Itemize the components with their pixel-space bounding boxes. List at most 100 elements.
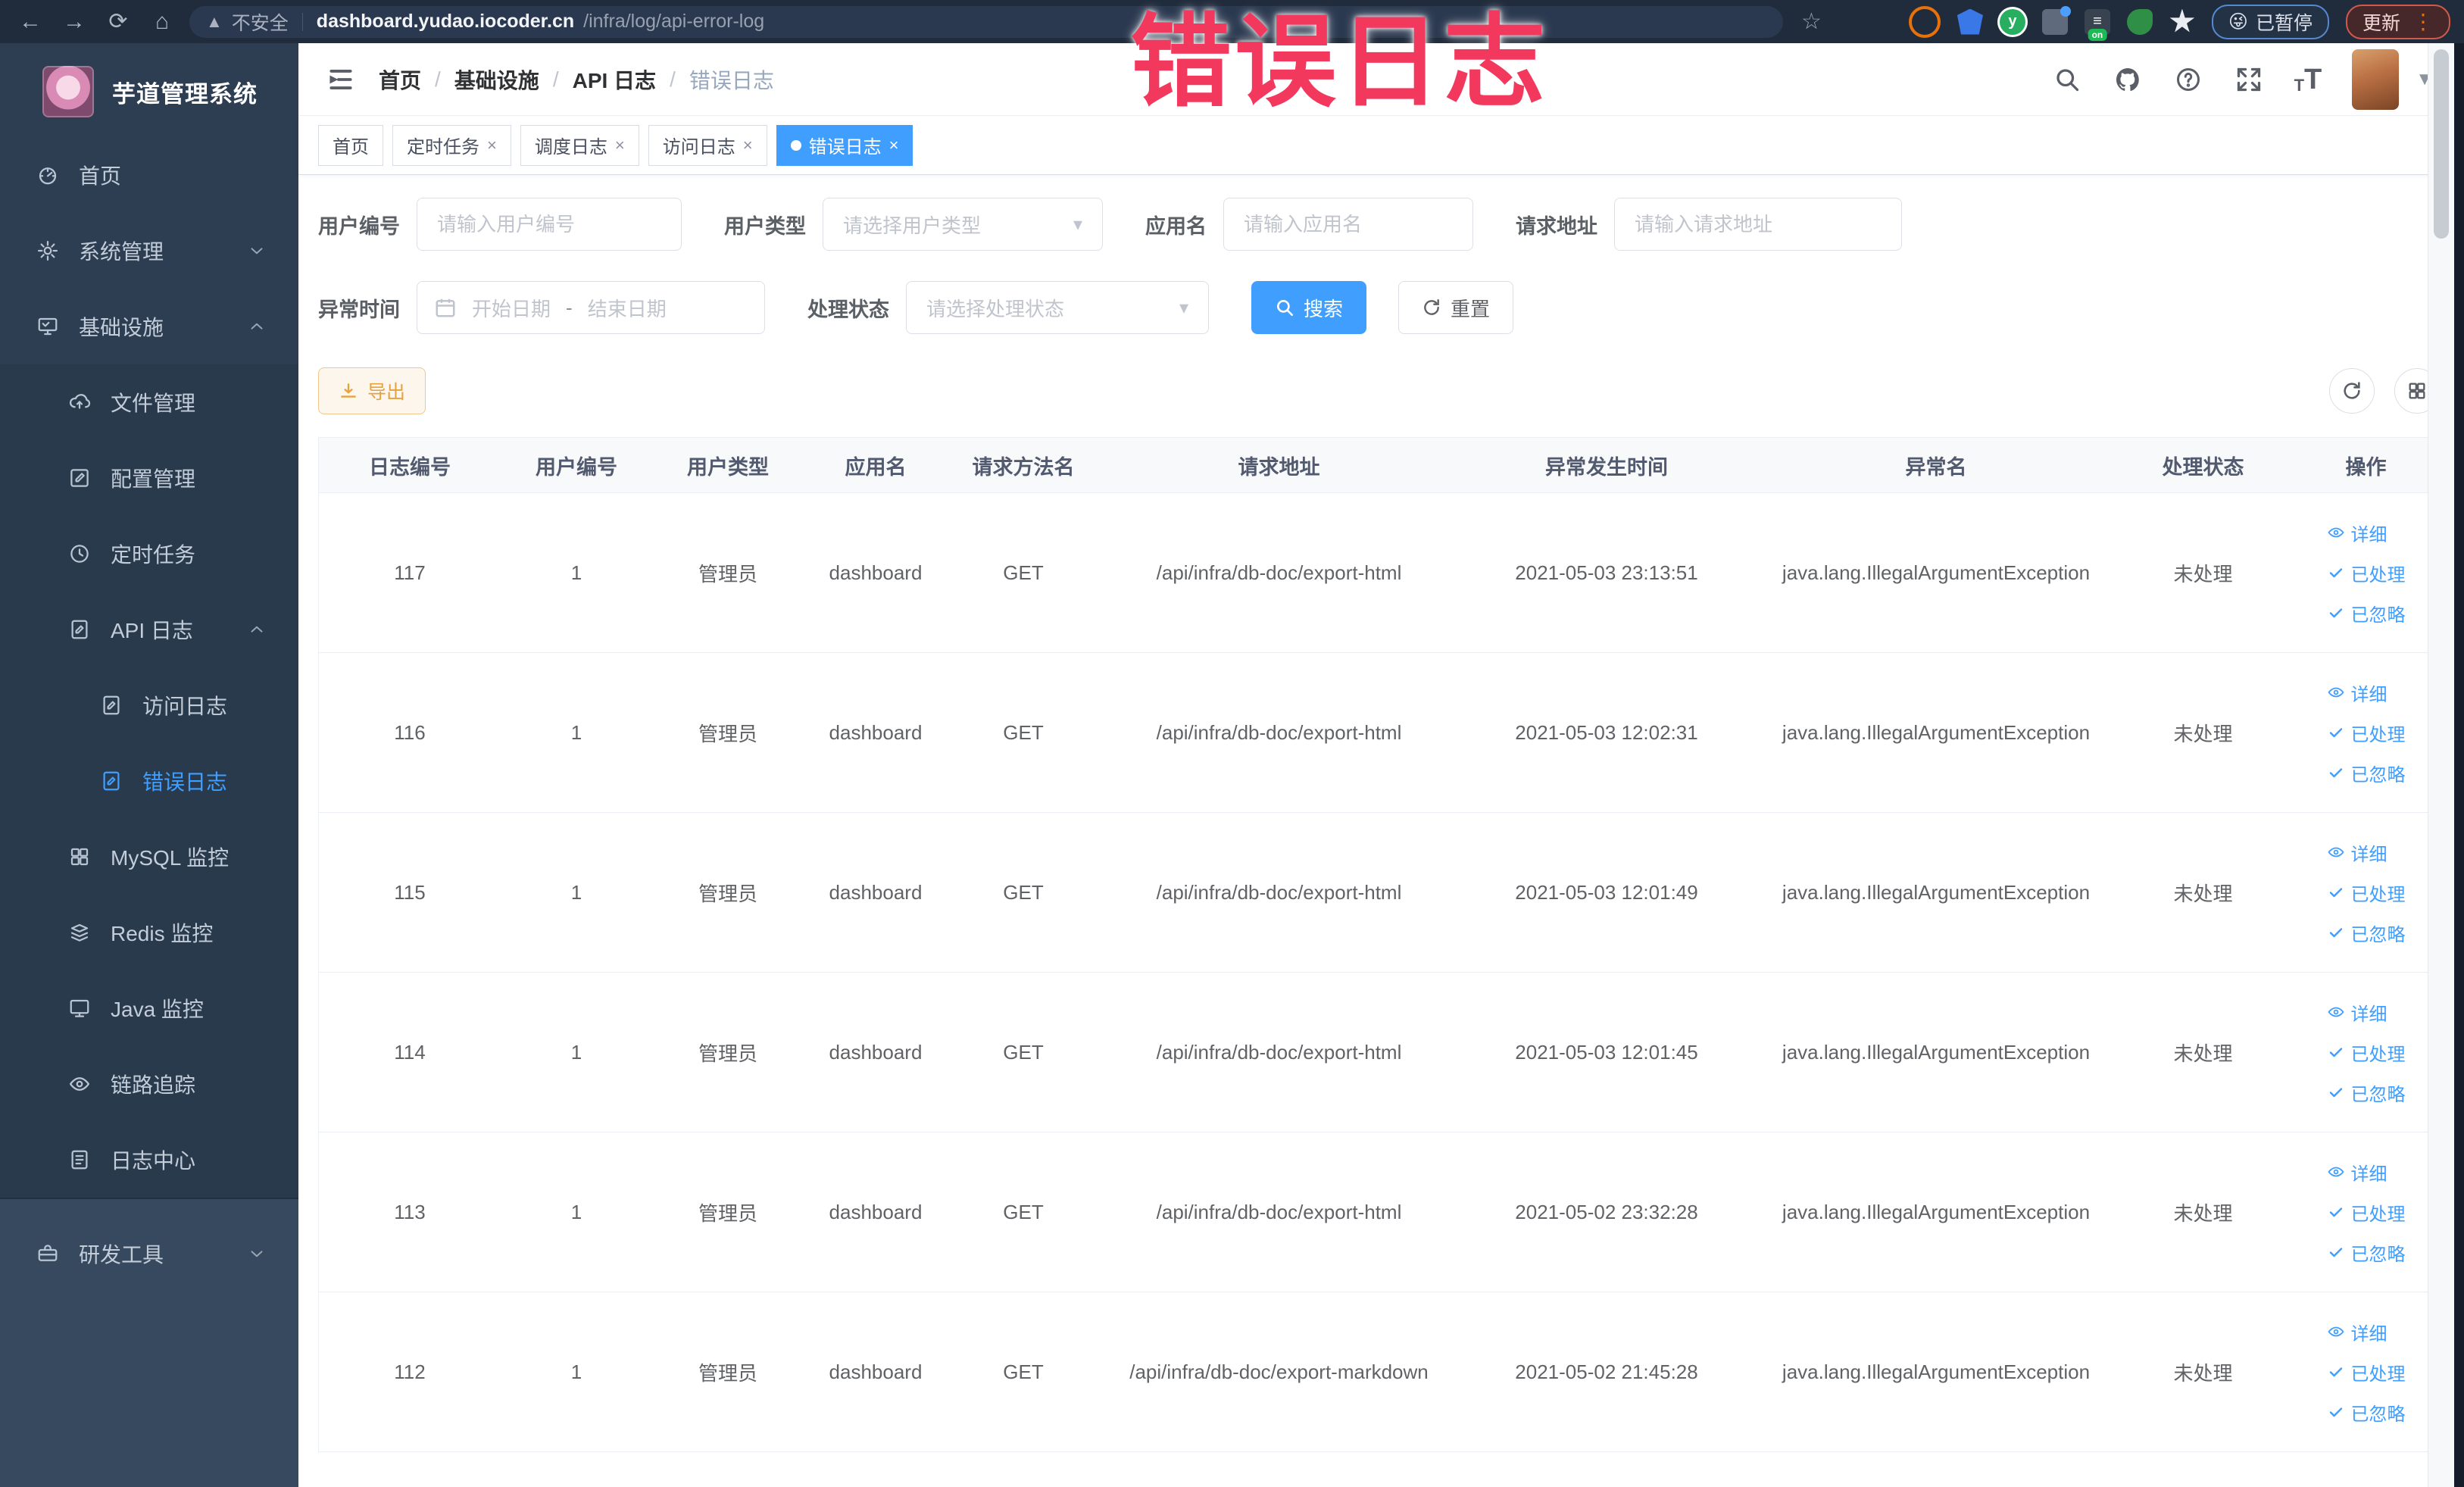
action-已处理[interactable]: 已处理 — [2327, 720, 2406, 746]
tab-调度日志[interactable]: 调度日志 × — [520, 124, 639, 166]
close-icon[interactable]: × — [743, 136, 753, 155]
close-icon[interactable]: × — [889, 136, 899, 155]
sidebar-item-配置管理[interactable]: 配置管理 — [0, 440, 298, 516]
breadcrumb-item[interactable]: 首页 — [379, 64, 421, 95]
scrollbar[interactable] — [2428, 43, 2454, 1487]
extension-icon[interactable] — [1957, 8, 1983, 35]
sidebar-item-研发工具[interactable]: 研发工具 — [0, 1216, 298, 1292]
export-button[interactable]: 导出 — [318, 367, 426, 414]
extension-icon[interactable] — [2041, 5, 2071, 35]
reset-button[interactable]: 重置 — [1398, 281, 1514, 334]
search-button[interactable]: 搜索 — [1251, 281, 1367, 334]
cell-actions: 详细 已处理 已忽略 — [2288, 999, 2444, 1106]
action-已处理[interactable]: 已处理 — [2327, 1359, 2406, 1385]
breadcrumb-separator: / — [670, 67, 676, 91]
process-status-select[interactable]: 请选择处理状态 ▾ — [906, 281, 1209, 334]
tab-错误日志[interactable]: 错误日志 × — [776, 124, 913, 166]
reload-icon[interactable]: ⟳ — [101, 5, 135, 39]
action-已处理[interactable]: 已处理 — [2327, 1039, 2406, 1066]
user-type-select[interactable]: 请选择用户类型 ▾ — [823, 198, 1103, 251]
sidebar-item-定时任务[interactable]: 定时任务 — [0, 516, 298, 592]
action-已忽略[interactable]: 已忽略 — [2327, 1399, 2406, 1426]
paused-badge[interactable]: 😜 已暂停 — [2211, 4, 2329, 39]
help-icon[interactable] — [2173, 64, 2203, 95]
tab-首页[interactable]: 首页 — [318, 124, 383, 166]
app-logo[interactable]: 芋道管理系统 — [0, 43, 298, 137]
hamburger-icon[interactable] — [324, 63, 358, 96]
sidebar-item-基础设施[interactable]: 基础设施 — [0, 289, 298, 364]
cell-app: dashboard — [829, 561, 923, 584]
cell-time: 2021-05-03 12:01:45 — [1515, 1040, 1698, 1064]
action-详细[interactable]: 详细 — [2327, 679, 2387, 706]
action-已忽略[interactable]: 已忽略 — [2327, 760, 2406, 786]
column-header-用户编号: 用户编号 — [536, 455, 617, 479]
menu-kebab-icon[interactable]: ⋮ — [2412, 11, 2434, 33]
github-icon[interactable] — [2113, 64, 2143, 95]
redis-icon — [68, 921, 91, 944]
action-已忽略[interactable]: 已忽略 — [2327, 1239, 2406, 1266]
sidebar-item-文件管理[interactable]: 文件管理 — [0, 364, 298, 440]
forward-icon[interactable]: → — [58, 5, 91, 39]
cell-method: GET — [1003, 1040, 1044, 1064]
sidebar-item-MySQL 监控[interactable]: MySQL 监控 — [0, 819, 298, 895]
search-icon[interactable] — [2052, 64, 2082, 95]
action-已忽略[interactable]: 已忽略 — [2327, 920, 2406, 946]
app-name-input[interactable] — [1223, 198, 1473, 251]
close-icon[interactable]: × — [487, 136, 497, 155]
avatar[interactable] — [2352, 48, 2400, 110]
bookmark-star-icon[interactable]: ☆ — [1801, 8, 1822, 35]
sidebar-item-系统管理[interactable]: 系统管理 — [0, 213, 298, 289]
extension-icon[interactable]: y — [1999, 8, 2025, 35]
column-header-日志编号: 日志编号 — [369, 455, 451, 479]
back-icon[interactable]: ← — [14, 5, 47, 39]
breadcrumb-item[interactable]: API 日志 — [573, 64, 656, 95]
cell-method: GET — [1003, 1360, 1044, 1383]
action-已处理[interactable]: 已处理 — [2327, 879, 2406, 906]
sidebar-item-日志中心[interactable]: 日志中心 — [0, 1122, 298, 1198]
sidebar-item-访问日志[interactable]: 访问日志 — [0, 667, 298, 743]
cell-time: 2021-05-03 23:13:51 — [1515, 561, 1698, 584]
extension-icon[interactable] — [2169, 8, 2195, 33]
extension-icon[interactable] — [2126, 8, 2153, 35]
close-icon[interactable]: × — [615, 136, 625, 155]
table-row: 114 1 管理员 dashboard GET/api/infra/db-doc/exp… — [319, 973, 2444, 1132]
app-title: 芋道管理系统 — [112, 80, 258, 108]
refresh-button[interactable] — [2329, 368, 2375, 414]
action-详细[interactable]: 详细 — [2327, 1319, 2387, 1345]
breadcrumb-item[interactable]: 基础设施 — [454, 64, 539, 95]
font-size-icon[interactable]: TT — [2294, 65, 2322, 94]
cell-method: GET — [1003, 720, 1044, 744]
action-已忽略[interactable]: 已忽略 — [2327, 600, 2406, 626]
user-id-label: 用户编号 — [318, 214, 400, 238]
cell-id: 117 — [394, 561, 426, 584]
user-id-input[interactable] — [417, 198, 682, 251]
request-url-input[interactable] — [1614, 198, 1902, 251]
sidebar-item-API 日志[interactable]: API 日志 — [0, 592, 298, 667]
action-详细[interactable]: 详细 — [2327, 999, 2387, 1026]
action-详细[interactable]: 详细 — [2327, 839, 2387, 866]
sidebar-item-首页[interactable]: 首页 — [0, 137, 298, 213]
cell-actions: 详细 已处理 已忽略 — [2288, 520, 2444, 626]
extension-icon[interactable] — [1908, 5, 1941, 38]
cell-status: 未处理 — [2173, 562, 2233, 586]
update-button[interactable]: 更新 ⋮ — [2345, 4, 2450, 39]
action-已处理[interactable]: 已处理 — [2327, 1199, 2406, 1226]
cell-status: 未处理 — [2173, 722, 2233, 745]
scrollbar-thumb[interactable] — [2434, 49, 2449, 239]
sidebar-item-Java 监控[interactable]: Java 监控 — [0, 970, 298, 1046]
fullscreen-icon[interactable] — [2234, 64, 2264, 95]
date-range-picker[interactable]: 开始日期 - 结束日期 — [417, 281, 765, 334]
extension-icon[interactable]: ≡ on — [2084, 8, 2110, 41]
sidebar-item-链路追踪[interactable]: 链路追踪 — [0, 1046, 298, 1122]
action-详细[interactable]: 详细 — [2327, 520, 2387, 546]
tab-定时任务[interactable]: 定时任务 × — [392, 124, 511, 166]
home-icon[interactable]: ⌂ — [145, 5, 179, 39]
cell-app: dashboard — [829, 1040, 923, 1064]
sidebar-item-Redis 监控[interactable]: Redis 监控 — [0, 895, 298, 970]
sidebar-item-错误日志[interactable]: 错误日志 — [0, 743, 298, 819]
action-已忽略[interactable]: 已忽略 — [2327, 1079, 2406, 1106]
action-详细[interactable]: 详细 — [2327, 1159, 2387, 1186]
tab-访问日志[interactable]: 访问日志 × — [648, 124, 767, 166]
action-已处理[interactable]: 已处理 — [2327, 560, 2406, 586]
table-row: 115 1 管理员 dashboard GET/api/infra/db-doc/exp… — [319, 813, 2444, 973]
